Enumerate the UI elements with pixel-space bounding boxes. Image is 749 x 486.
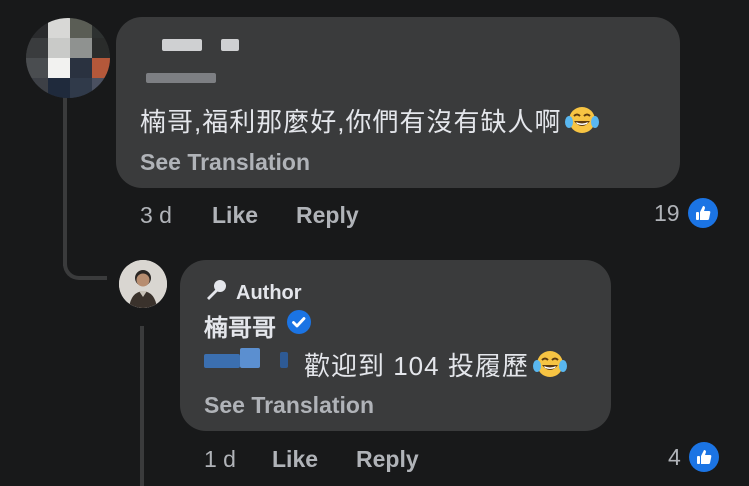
microphone-icon: [204, 278, 228, 308]
thread-line: [63, 96, 67, 266]
redacted-mention: [240, 348, 260, 368]
reply-button[interactable]: Reply: [296, 202, 359, 229]
thumbs-up-icon: [687, 198, 718, 228]
reply-text: 歡迎到 104 投履歷: [304, 346, 567, 386]
verified-badge-icon: [286, 309, 312, 342]
laughing-tears-emoji-icon: [532, 349, 567, 386]
reaction-count-label: 19: [654, 199, 680, 226]
reply-author[interactable]: 楠哥哥: [204, 308, 312, 343]
redacted-text: [146, 73, 216, 83]
like-button[interactable]: Like: [212, 202, 258, 229]
redacted-mention: [280, 352, 288, 368]
commenter-avatar[interactable]: [26, 18, 110, 98]
reaction-count[interactable]: 4: [668, 442, 719, 472]
like-button[interactable]: Like: [272, 446, 318, 473]
redacted-mention: [204, 354, 240, 368]
see-translation-link[interactable]: See Translation: [204, 392, 374, 419]
redacted-username: [162, 39, 202, 51]
reaction-count[interactable]: 19: [654, 198, 718, 228]
reaction-count-label: 4: [668, 443, 681, 470]
thumbs-up-icon: [688, 442, 719, 472]
laughing-tears-emoji-icon: [565, 105, 600, 142]
comment-timestamp[interactable]: 3 d: [140, 202, 172, 229]
thread-connector: [63, 250, 107, 280]
author-badge-label: Author: [236, 281, 302, 304]
comment-text: 楠哥,福利那麼好,你們有沒有缺人啊: [140, 102, 600, 142]
author-avatar[interactable]: [119, 260, 167, 308]
author-name[interactable]: 楠哥哥: [204, 308, 276, 343]
reply-timestamp[interactable]: 1 d: [204, 446, 236, 473]
author-badge: Author: [204, 278, 302, 308]
redacted-username: [221, 39, 239, 51]
reply-button[interactable]: Reply: [356, 446, 419, 473]
see-translation-link[interactable]: See Translation: [140, 149, 310, 176]
thread-line: [140, 326, 144, 486]
